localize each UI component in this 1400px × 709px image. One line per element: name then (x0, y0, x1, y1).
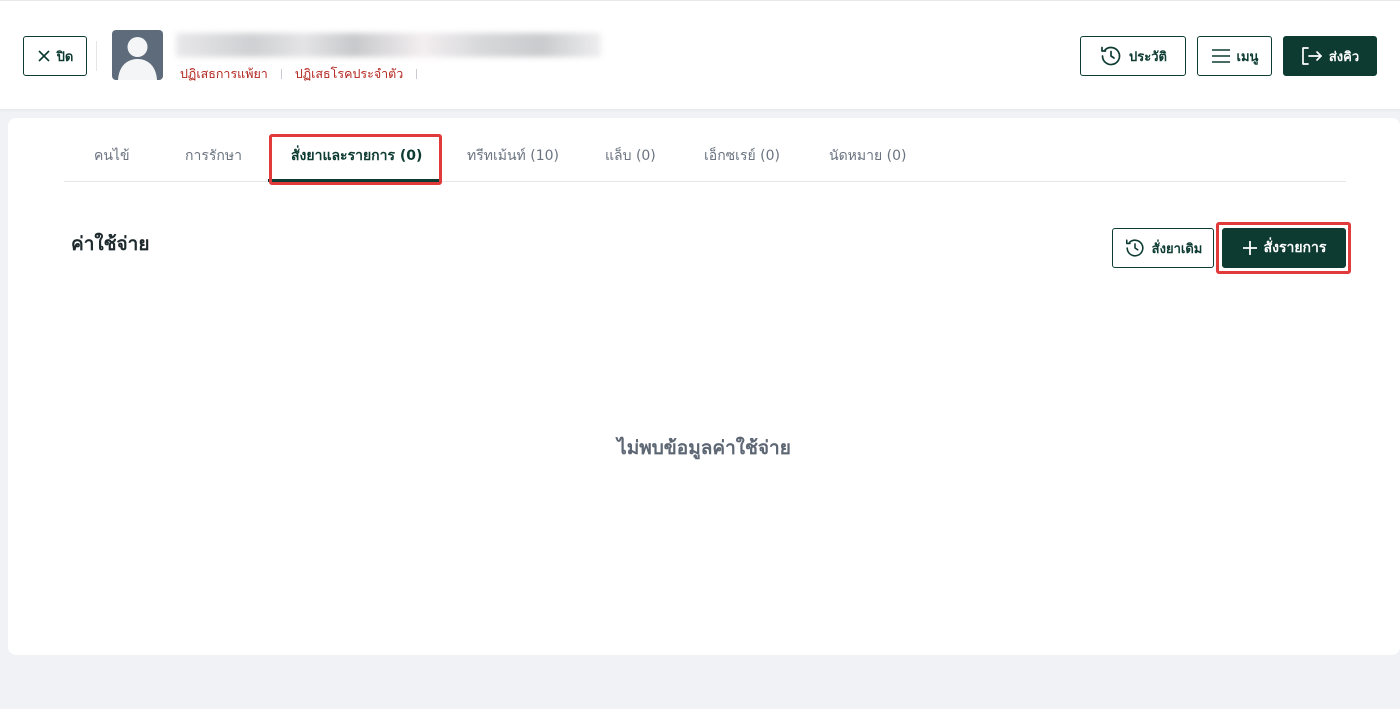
history-button[interactable]: ประวัติ (1080, 36, 1186, 76)
tab-treatment[interactable]: การรักษา (185, 145, 242, 167)
patient-name-redacted (176, 33, 601, 57)
tab-appointment[interactable]: นัดหมาย (0) (829, 145, 906, 167)
menu-button-label: เมนู (1236, 49, 1259, 65)
allergy-separator (280, 69, 282, 79)
empty-state-message: ไม่พบข้อมูลค่าใช้จ่าย (617, 437, 791, 459)
tab-lab[interactable]: แล็บ (0) (605, 145, 656, 167)
tab-treatment-items[interactable]: ทรีทเม้นท์ (10) (467, 145, 559, 167)
allergy-separator (416, 69, 418, 79)
chronic-disease-label: ปฏิเสธโรคประจำตัว (294, 66, 404, 81)
hamburger-icon (1211, 47, 1231, 65)
previous-order-button[interactable]: สั่งยาเดิม (1112, 228, 1214, 268)
new-order-button[interactable]: สั่งรายการ (1222, 228, 1346, 268)
patient-avatar (112, 30, 163, 80)
logout-arrow-icon (1301, 46, 1323, 66)
active-tab-indicator (268, 179, 442, 182)
plus-icon (1242, 240, 1258, 256)
drug-allergy-label: ปฏิเสธการแพ้ยา (180, 66, 268, 81)
tab-patient[interactable]: คนไข้ (94, 145, 130, 167)
tab-bar: คนไข้ การรักษา สั่งยาและรายการ (0) ทรีทเ… (64, 118, 1346, 182)
menu-button[interactable]: เมนู (1197, 36, 1272, 76)
history-button-label: ประวัติ (1129, 49, 1167, 65)
previous-order-label: สั่งยาเดิม (1151, 241, 1203, 257)
close-icon (37, 49, 51, 63)
allergy-info: ปฏิเสธการแพ้ยา ปฏิเสธโรคประจำตัว (180, 64, 430, 84)
new-order-label: สั่งรายการ (1263, 240, 1327, 256)
send-queue-button-label: ส่งคิว (1328, 49, 1360, 65)
send-queue-button[interactable]: ส่งคิว (1283, 36, 1377, 76)
order-card: คนไข้ การรักษา สั่งยาและรายการ (0) ทรีทเ… (8, 118, 1400, 655)
close-button[interactable]: ปิด (23, 36, 87, 76)
patient-header: ปิด ปฏิเสธการแพ้ยา ปฏิเสธโรคประจำตัว ประ… (0, 0, 1400, 109)
close-button-label: ปิด (56, 49, 74, 65)
tab-orders[interactable]: สั่งยาและรายการ (0) (291, 145, 422, 167)
section-title: ค่าใช้จ่าย (71, 233, 150, 255)
history-icon (1099, 44, 1123, 68)
header-divider (96, 41, 97, 71)
tab-xray[interactable]: เอ็กซเรย์ (0) (704, 145, 780, 167)
history-icon (1124, 237, 1146, 259)
